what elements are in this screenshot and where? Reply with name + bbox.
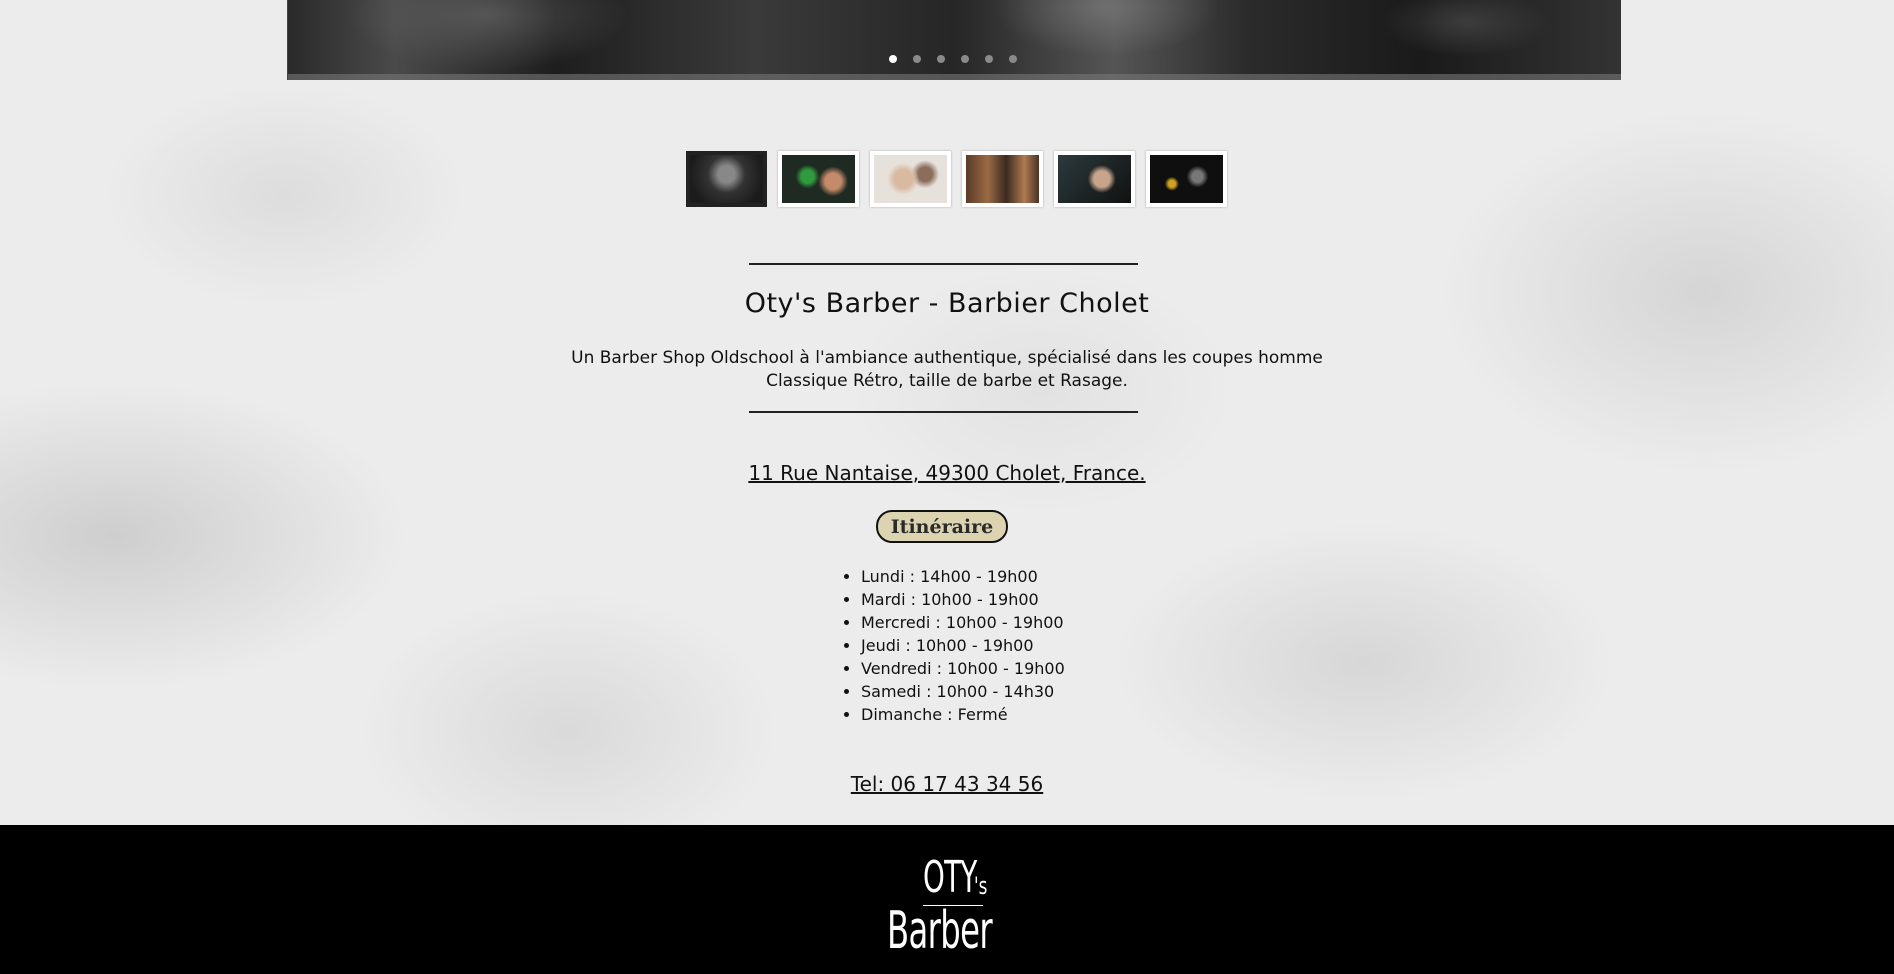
page-title: Oty's Barber - Barbier Cholet [744, 288, 1150, 319]
opening-hours-list: Lundi : 14h00 - 19h00 Mardi : 10h00 - 19… [842, 565, 1065, 726]
thumbnail[interactable] [1146, 151, 1227, 207]
divider-top [749, 263, 1138, 265]
hours-item: Dimanche : Fermé [861, 703, 1065, 726]
itinerary-button[interactable]: Itinéraire [876, 510, 1008, 543]
shop-description: Un Barber Shop Oldschool à l'ambiance au… [571, 348, 1323, 391]
divider-bottom [749, 411, 1138, 413]
hours-item: Samedi : 10h00 - 14h30 [861, 680, 1065, 703]
thumbnail-image [1150, 155, 1223, 203]
slide-dot[interactable] [937, 55, 945, 63]
hours-item: Mardi : 10h00 - 19h00 [861, 588, 1065, 611]
thumbnail-image [690, 155, 763, 203]
logo-text-top: OTY [923, 852, 977, 903]
logo-text-bottom: Barber [887, 901, 993, 961]
slide-dot[interactable] [1009, 55, 1017, 63]
brand-logo[interactable]: OTY 's Barber [887, 852, 997, 961]
thumbnail[interactable] [870, 151, 951, 207]
slide-edge [288, 74, 1621, 80]
thumbnail-image [782, 155, 855, 203]
slide-dot[interactable] [985, 55, 993, 63]
thumbnail-image [874, 155, 947, 203]
slide-dot[interactable] [913, 55, 921, 63]
phone-link[interactable]: Tel: 06 17 43 34 56 [0, 772, 1894, 796]
thumbnail[interactable] [962, 151, 1043, 207]
thumbnail[interactable] [778, 151, 859, 207]
address-link[interactable]: 11 Rue Nantaise, 49300 Cholet, France. [0, 461, 1894, 485]
thumbnail-image [966, 155, 1039, 203]
thumbnail-image [1058, 155, 1131, 203]
hours-item: Vendredi : 10h00 - 19h00 [861, 657, 1065, 680]
logo-text-suffix: 's [974, 872, 988, 900]
thumbnail-strip [686, 151, 1227, 207]
thumbnail[interactable] [686, 151, 767, 207]
hero-slideshow[interactable] [287, 0, 1621, 80]
hours-item: Lundi : 14h00 - 19h00 [861, 565, 1065, 588]
thumbnail[interactable] [1054, 151, 1135, 207]
slide-dot[interactable] [961, 55, 969, 63]
hours-item: Mercredi : 10h00 - 19h00 [861, 611, 1065, 634]
slide-dot[interactable] [889, 55, 897, 63]
hours-item: Jeudi : 10h00 - 19h00 [861, 634, 1065, 657]
slideshow-dots [889, 55, 1017, 63]
